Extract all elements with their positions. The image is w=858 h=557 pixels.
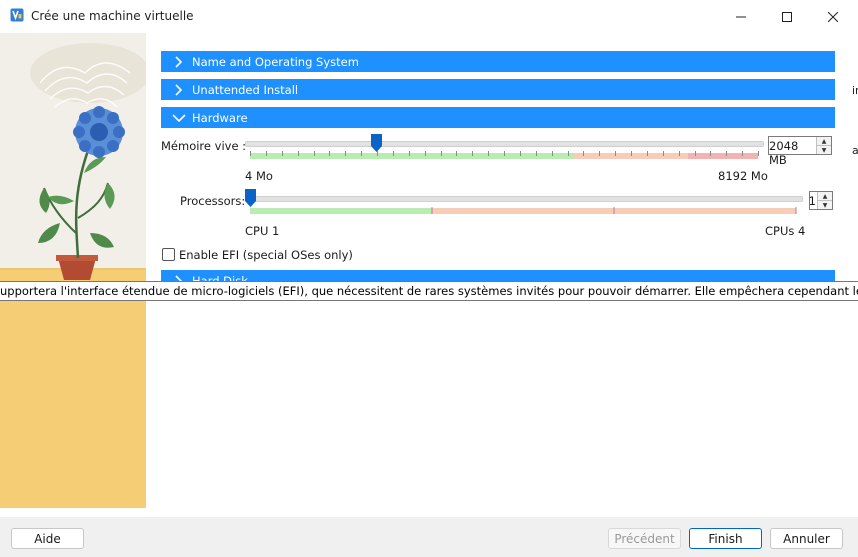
minimize-icon (736, 16, 746, 17)
background-text-fragment: a (852, 144, 858, 157)
cancel-button[interactable]: Annuler (770, 528, 843, 549)
spin-down-icon[interactable]: ▼ (817, 146, 831, 154)
memory-slider-track[interactable] (245, 141, 764, 147)
chevron-right-icon (168, 51, 190, 72)
memory-slider-thumb[interactable] (371, 134, 382, 152)
memory-warning-zone (573, 153, 688, 159)
plant-illustration (0, 33, 146, 508)
title-bar: Crée une machine virtuelle (0, 0, 858, 33)
efi-label[interactable]: Enable EFI (special OSes only) (179, 248, 353, 262)
processors-slider-thumb[interactable] (245, 189, 256, 207)
minimize-button[interactable] (718, 0, 764, 33)
section-unattended[interactable]: Unattended Install (161, 79, 835, 100)
spin-up-icon[interactable]: ▲ (818, 192, 832, 201)
section-label: Hardware (192, 110, 248, 125)
processors-label: Processors: (180, 194, 246, 208)
memory-max-label: 8192 Mo (718, 169, 768, 183)
memory-label: Mémoire vive : (161, 139, 247, 153)
processors-min-label: CPU 1 (245, 224, 280, 238)
processors-slider-track[interactable] (245, 196, 803, 202)
help-button[interactable]: Aide (11, 528, 84, 549)
section-label: Name and Operating System (192, 54, 359, 69)
memory-spin-arrows[interactable]: ▲ ▼ (816, 137, 831, 154)
processors-spinbox[interactable]: 1 ▲ ▼ (809, 191, 833, 210)
efi-checkbox[interactable] (162, 248, 175, 261)
processors-spin-arrows[interactable]: ▲ ▼ (817, 192, 832, 209)
section-label: Unattended Install (192, 82, 299, 97)
section-hardware[interactable]: Hardware (161, 107, 835, 128)
close-icon (828, 11, 838, 22)
spin-down-icon[interactable]: ▼ (818, 201, 832, 209)
processors-slider-scale (250, 207, 797, 214)
wizard-illustration (0, 33, 146, 508)
maximize-icon (782, 11, 792, 22)
close-button[interactable] (810, 0, 856, 33)
chevron-down-icon (168, 107, 190, 128)
memory-spinbox[interactable]: 2048 MB ▲ ▼ (768, 136, 832, 167)
maximize-button[interactable] (764, 0, 810, 33)
processors-value: 1 (808, 194, 816, 208)
finish-button[interactable]: Finish (689, 528, 762, 549)
efi-tooltip: upportera l'interface étendue de micro-l… (0, 281, 858, 301)
chevron-right-icon (168, 79, 190, 100)
memory-slider-scale (250, 151, 759, 159)
memory-danger-zone (688, 153, 758, 159)
back-button[interactable]: Précédent (608, 528, 681, 549)
virtualbox-icon (10, 8, 24, 22)
memory-value: 2048 MB (769, 139, 799, 167)
processors-max-label: CPUs 4 (765, 224, 806, 238)
window-title: Crée une machine virtuelle (31, 9, 194, 23)
memory-min-label: 4 Mo (245, 169, 273, 183)
background-text-fragment: ir (852, 84, 858, 97)
cpu-safe-zone (250, 208, 432, 214)
spin-up-icon[interactable]: ▲ (817, 137, 831, 146)
section-name-os[interactable]: Name and Operating System (161, 51, 835, 72)
